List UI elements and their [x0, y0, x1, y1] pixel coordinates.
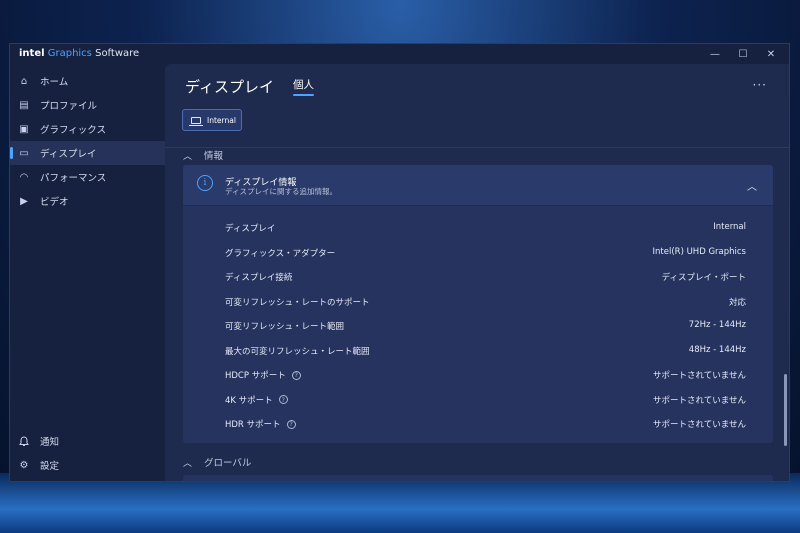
display-selector-label: Internal	[207, 115, 236, 125]
sidebar-item-label: グラフィックス	[40, 125, 107, 136]
tab-personal[interactable]: 個人	[293, 77, 314, 96]
chevron-up-icon: ︿	[183, 151, 193, 162]
sidebar-item-settings[interactable]: ⚙ 設定	[10, 453, 165, 477]
row-label-text: HDCP サポート	[225, 371, 286, 381]
row-label: グラフィックス・アダプター	[225, 248, 336, 259]
info-row-4k: 4K サポート ? サポートされていません	[183, 387, 773, 412]
info-rows: ディスプレイ Internal グラフィックス・アダプター Intel(R) U…	[183, 215, 773, 436]
row-label: HDR サポート ?	[225, 418, 296, 430]
help-icon[interactable]: ?	[286, 419, 296, 429]
sidebar-item-label: パフォーマンス	[40, 173, 107, 184]
desktop-wallpaper	[0, 473, 800, 533]
row-value: 72Hz - 144Hz	[688, 320, 746, 330]
sidebar-item-video[interactable]: ▶ ビデオ	[10, 189, 165, 213]
row-label: HDCP サポート ?	[225, 369, 301, 381]
minimize-button[interactable]: —	[701, 44, 729, 64]
sidebar-item-label: ホーム	[40, 77, 69, 88]
row-value: サポートされていません	[653, 420, 746, 430]
row-label-text: 4K サポート	[225, 395, 273, 406]
performance-icon: ◠	[19, 171, 29, 183]
scrollbar-thumb[interactable]	[784, 374, 787, 446]
sidebar-item-display[interactable]: ▭ ディスプレイ	[10, 141, 165, 165]
card-subtitle: ディスプレイに関する追加情報。	[225, 187, 337, 196]
sidebar-item-graphics[interactable]: ▣ グラフィックス	[10, 117, 165, 141]
app-title: intel Graphics Software	[19, 48, 139, 59]
info-row-display: ディスプレイ Internal	[183, 215, 773, 240]
info-row-vrr-range: 可変リフレッシュ・レート範囲 72Hz - 144Hz	[183, 313, 773, 338]
page-title: ディスプレイ	[185, 78, 274, 96]
graphics-icon: ▣	[19, 123, 29, 135]
row-value: 48Hz - 144Hz	[688, 344, 746, 355]
display-info-card-header[interactable]: i ディスプレイ情報 ディスプレイに関する追加情報。 ︿	[183, 165, 773, 206]
row-label: ディスプレイ	[225, 224, 276, 234]
row-value: Intel(R) UHD Graphics	[652, 246, 746, 257]
display-icon: ▭	[19, 147, 29, 159]
row-value: サポートされていません	[653, 395, 746, 406]
info-row-connection: ディスプレイ接続 ディスプレイ・ポート	[183, 264, 773, 289]
row-label: 4K サポート ?	[225, 394, 288, 406]
section-label: グローバル	[204, 458, 252, 469]
sidebar-bottom: 通知 ⚙ 設定	[10, 429, 165, 481]
section-header-global[interactable]: ︿ グローバル	[183, 455, 251, 469]
chevron-up-icon[interactable]: ︿	[747, 178, 757, 193]
help-icon[interactable]: ?	[291, 370, 301, 380]
info-row-max-vrr-range: 最大の可変リフレッシュ・レート範囲 48Hz - 144Hz	[183, 338, 773, 363]
section-header-info[interactable]: ︿ 情報	[183, 148, 223, 162]
app-window: intel Graphics Software — ☐ ✕ ⌂ ホーム ▤ プロ…	[9, 43, 790, 482]
laptop-icon	[189, 116, 203, 126]
row-label: ディスプレイ接続	[225, 273, 293, 283]
sidebar-item-profile[interactable]: ▤ プロファイル	[10, 93, 165, 117]
display-info-card: i ディスプレイ情報 ディスプレイに関する追加情報。 ︿ ディスプレイ Inte…	[183, 165, 773, 443]
info-row-hdcp: HDCP サポート ? サポートされていません	[183, 362, 773, 387]
window-controls: — ☐ ✕	[701, 44, 785, 64]
sidebar: ⌂ ホーム ▤ プロファイル ▣ グラフィックス ▭ ディスプレイ ◠ パフォー…	[10, 64, 165, 481]
sidebar-item-label: 通知	[40, 437, 60, 448]
row-value: ディスプレイ・ポート	[661, 273, 746, 283]
row-label: 可変リフレッシュ・レートのサポート	[225, 297, 370, 308]
divider	[165, 147, 789, 148]
info-row-adapter: グラフィックス・アダプター Intel(R) UHD Graphics	[183, 240, 773, 265]
section-label: 情報	[204, 151, 224, 162]
sidebar-item-notifications[interactable]: 通知	[10, 429, 165, 453]
row-value: Internal	[713, 222, 746, 232]
title-bar: intel Graphics Software — ☐ ✕	[10, 44, 789, 64]
sidebar-item-label: プロファイル	[40, 101, 98, 112]
global-card	[183, 475, 773, 481]
row-label: 最大の可変リフレッシュ・レート範囲	[225, 346, 370, 357]
sidebar-item-label: ビデオ	[40, 197, 69, 208]
app-name-software: Software	[95, 48, 140, 59]
row-value: 対応	[728, 297, 746, 308]
chevron-up-icon: ︿	[183, 458, 193, 469]
info-row-hdr: HDR サポート ? サポートされていません	[183, 411, 773, 436]
info-icon: i	[197, 175, 213, 191]
help-icon[interactable]: ?	[278, 395, 288, 404]
gear-icon: ⚙	[19, 459, 29, 471]
main-panel: ディスプレイ 個人 ··· Internal ︿ 情報 i ディスプレイ情報 デ…	[165, 64, 789, 481]
maximize-button[interactable]: ☐	[729, 44, 757, 64]
sidebar-item-label: ディスプレイ	[40, 149, 97, 160]
close-button[interactable]: ✕	[757, 44, 785, 64]
more-options-button[interactable]: ···	[753, 78, 767, 92]
row-value: サポートされていません	[653, 371, 746, 381]
intel-logo: intel	[19, 48, 45, 59]
sidebar-item-performance[interactable]: ◠ パフォーマンス	[10, 165, 165, 189]
video-icon: ▶	[20, 195, 28, 207]
sidebar-item-home[interactable]: ⌂ ホーム	[10, 69, 165, 93]
app-name-graphics: Graphics	[47, 48, 92, 59]
bell-icon	[18, 435, 30, 447]
row-label: 可変リフレッシュ・レート範囲	[225, 322, 345, 332]
row-label-text: HDR サポート	[225, 420, 281, 430]
home-icon: ⌂	[20, 75, 28, 87]
info-row-vrr-support: 可変リフレッシュ・レートのサポート 対応	[183, 289, 773, 314]
display-selector-internal[interactable]: Internal	[182, 109, 242, 131]
sidebar-item-label: 設定	[40, 461, 60, 472]
profile-icon: ▤	[19, 99, 29, 111]
